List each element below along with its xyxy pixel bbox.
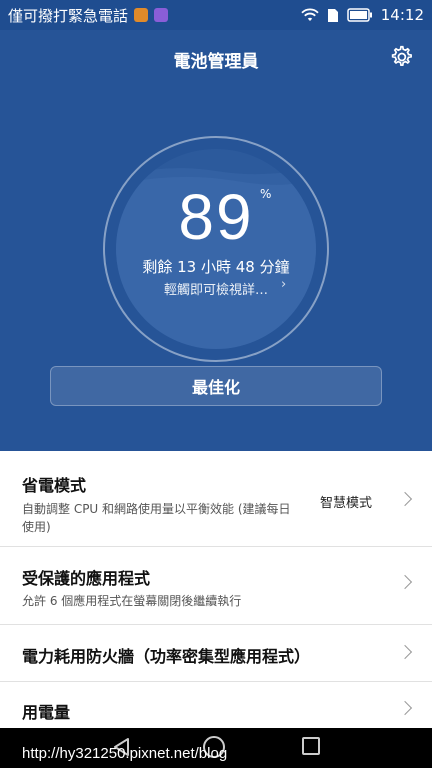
status-time: 14:12 bbox=[380, 6, 424, 24]
notification-app-icon bbox=[134, 8, 149, 22]
chevron-right-icon: › bbox=[281, 277, 287, 292]
status-bar: 僅可撥打緊急電話 14:12 bbox=[0, 0, 432, 30]
list-item-desc: 自動調整 CPU 和網路使用量以平衡效能 (建議每日使用) bbox=[22, 502, 291, 534]
list-item-title: 用電量 bbox=[22, 703, 71, 722]
remaining-time: 剩餘 13 小時 48 分鐘 bbox=[142, 258, 290, 276]
settings-list: 省電模式 自動調整 CPU 和網路使用量以平衡效能 (建議每日使用) 智慧模式 … bbox=[0, 451, 432, 742]
watermark: http://hy321250.pixnet.net/blog bbox=[22, 745, 228, 762]
wifi-icon bbox=[301, 8, 319, 21]
list-item-title: 電力耗用防火牆（功率密集型應用程式） bbox=[22, 647, 311, 666]
status-left: 僅可撥打緊急電話 bbox=[8, 5, 169, 26]
list-item-value: 智慧模式 bbox=[319, 496, 372, 511]
carrier-text: 僅可撥打緊急電話 bbox=[8, 6, 129, 25]
page-title: 電池管理員 bbox=[173, 52, 259, 72]
battery-icon bbox=[347, 8, 372, 22]
title-bar: 電池管理員 bbox=[0, 30, 432, 86]
list-item-title: 受保護的應用程式 bbox=[22, 569, 151, 588]
battery-hero: 電池管理員 89 % 剩餘 13 小時 48 分鐘 輕觸即可檢視詳… › 最佳化 bbox=[0, 30, 432, 451]
percent-sign: % bbox=[260, 187, 272, 201]
list-item-desc: 允許 6 個應用程式在螢幕關閉後繼續執行 bbox=[22, 594, 242, 608]
list-item-power-firewall[interactable]: 電力耗用防火牆（功率密集型應用程式） bbox=[0, 625, 432, 682]
view-details-link[interactable]: 輕觸即可檢視詳… bbox=[0, 279, 432, 298]
list-item-protected-apps[interactable]: 受保護的應用程式 允許 6 個應用程式在螢幕關閉後繼續執行 bbox=[0, 547, 432, 625]
optimize-button[interactable]: 最佳化 bbox=[50, 366, 382, 406]
battery-percent: 89 bbox=[178, 181, 254, 253]
list-item-power-saving-mode[interactable]: 省電模式 自動調整 CPU 和網路使用量以平衡效能 (建議每日使用) 智慧模式 bbox=[0, 451, 432, 547]
notification-gallery-icon bbox=[154, 8, 169, 22]
sim-icon bbox=[327, 8, 338, 22]
recent-apps-icon[interactable] bbox=[302, 737, 320, 755]
status-right: 14:12 bbox=[301, 6, 424, 24]
gear-icon[interactable] bbox=[388, 44, 414, 70]
